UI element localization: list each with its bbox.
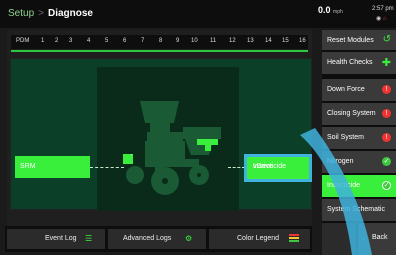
callout-arrow	[300, 128, 372, 255]
